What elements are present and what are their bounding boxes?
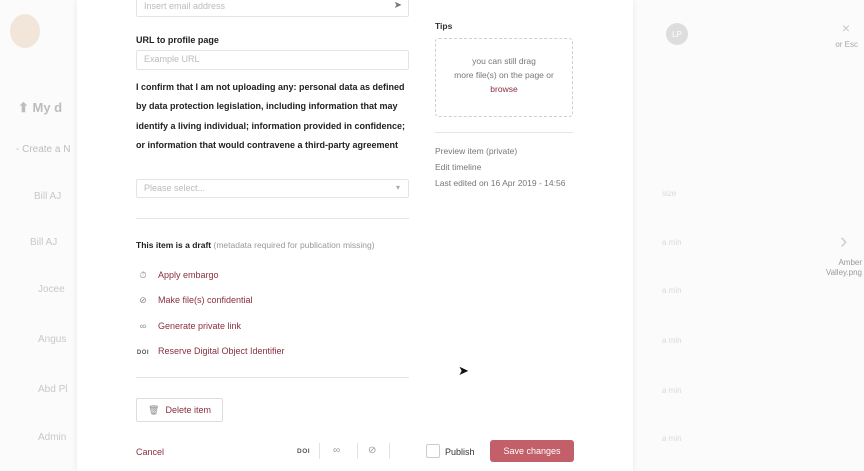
divider bbox=[136, 218, 409, 219]
publish-checkbox[interactable] bbox=[426, 444, 440, 458]
stopwatch-icon: ⏱ bbox=[139, 270, 147, 280]
save-changes-button[interactable]: Save changes bbox=[490, 440, 574, 462]
background-cell: a min bbox=[662, 286, 682, 295]
chevron-down-icon: ▾ bbox=[395, 183, 400, 192]
next-file-chevron-icon[interactable]: › bbox=[840, 228, 860, 258]
background-cell: a min bbox=[662, 238, 682, 247]
email-placeholder: Insert email address bbox=[144, 1, 226, 11]
background-title: ⬆ My d bbox=[18, 100, 63, 115]
background-cell: a min bbox=[662, 336, 682, 345]
generate-private-link[interactable]: ∞ Generate private link bbox=[136, 321, 241, 331]
institution-logo bbox=[10, 14, 40, 48]
background-cell: size bbox=[662, 189, 677, 198]
apply-embargo-link[interactable]: ⏱ Apply embargo bbox=[136, 270, 218, 281]
draft-label: This item is a draft bbox=[136, 240, 212, 250]
background-subtitle: - Create a N bbox=[16, 144, 71, 155]
avatar: LP bbox=[666, 23, 688, 45]
delete-item-button[interactable]: 🗑 Delete item bbox=[136, 398, 223, 422]
close-hint: or Esc bbox=[835, 40, 858, 49]
email-input[interactable]: Insert email address ➤ bbox=[136, 0, 409, 17]
link-icon: ∞ bbox=[139, 321, 147, 331]
next-file-name[interactable]: Amber Valley.png bbox=[808, 258, 862, 278]
dropzone-text: you can still drag bbox=[472, 56, 536, 66]
confirm-select[interactable]: Please select... ▾ bbox=[136, 179, 409, 198]
draft-status: This item is a draft (metadata required … bbox=[136, 240, 375, 250]
mouse-cursor-icon: ➤ bbox=[458, 363, 469, 378]
close-icon[interactable]: × bbox=[836, 20, 856, 36]
doi-button[interactable]: DOI bbox=[297, 448, 310, 455]
url-placeholder: Example URL bbox=[144, 54, 200, 64]
url-label: URL to profile page bbox=[136, 35, 219, 45]
link-icon[interactable]: ∞ bbox=[333, 445, 340, 456]
divider bbox=[319, 443, 320, 459]
publish-label[interactable]: Publish bbox=[445, 447, 475, 457]
doi-icon: DOI bbox=[136, 350, 150, 356]
divider bbox=[389, 443, 390, 459]
background-row: Bill AJ bbox=[34, 191, 62, 202]
trash-icon: 🗑 bbox=[148, 404, 160, 415]
background-row: Bill AJ bbox=[30, 237, 58, 248]
background-row: Admin bbox=[38, 432, 67, 443]
last-edited-text: Last edited on 16 Apr 2019 - 14:56 bbox=[435, 178, 566, 188]
divider bbox=[435, 132, 573, 133]
divider bbox=[136, 377, 409, 378]
background-row: Abd Pl bbox=[38, 384, 68, 395]
edit-timeline-link[interactable]: Edit timeline bbox=[435, 162, 481, 172]
make-confidential-link[interactable]: ⊘ Make file(s) confidential bbox=[136, 295, 252, 306]
background-row: Jocee bbox=[38, 284, 65, 295]
background-cell: a min bbox=[662, 434, 682, 443]
edit-item-modal: Insert email address ➤ URL to profile pa… bbox=[77, 0, 633, 471]
select-placeholder: Please select... bbox=[144, 183, 206, 193]
tips-title: Tips bbox=[435, 21, 453, 31]
divider bbox=[357, 443, 358, 459]
background-cell: a min bbox=[662, 386, 682, 395]
background-row: Angus bbox=[38, 334, 67, 345]
eye-slash-icon: ⊘ bbox=[139, 295, 147, 305]
draft-note: (metadata required for publication missi… bbox=[213, 240, 375, 250]
cancel-link[interactable]: Cancel bbox=[136, 447, 164, 457]
dropzone-text: more file(s) on the page or bbox=[454, 70, 554, 80]
file-dropzone[interactable]: you can still drag more file(s) on the p… bbox=[435, 38, 573, 117]
confirm-text: I confirm that I am not uploading any: p… bbox=[136, 82, 406, 151]
browse-link[interactable]: browse bbox=[436, 82, 572, 96]
preview-item-link[interactable]: Preview item (private) bbox=[435, 146, 517, 156]
send-icon[interactable]: ➤ bbox=[394, 0, 402, 11]
eye-slash-icon[interactable]: ⊘ bbox=[368, 445, 376, 456]
url-input[interactable]: Example URL bbox=[136, 50, 409, 70]
reserve-doi-link[interactable]: DOI Reserve Digital Object Identifier bbox=[136, 346, 285, 356]
